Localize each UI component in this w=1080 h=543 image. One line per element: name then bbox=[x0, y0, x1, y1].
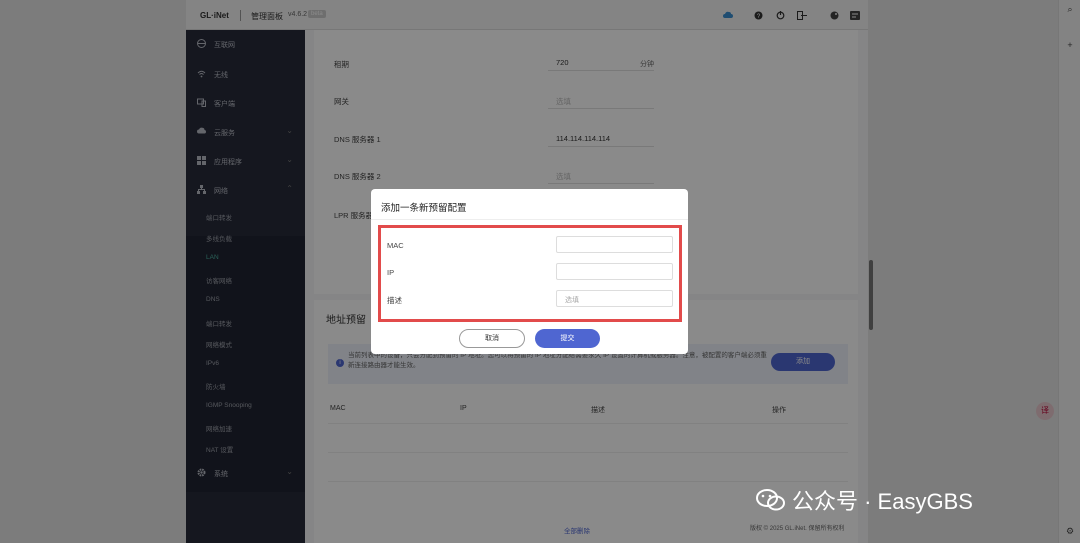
watermark-text: 公众号 · EasyGBS bbox=[792, 489, 973, 514]
add-reservation-dialog: 添加一条新预留配置 MAC IP 描述 选填 取消 提交 bbox=[371, 189, 688, 354]
watermark: 公众号 · EasyGBS bbox=[756, 484, 973, 516]
dialog-title: 添加一条新预留配置 bbox=[381, 203, 467, 214]
ip-input[interactable] bbox=[556, 263, 673, 280]
description-input[interactable]: 选填 bbox=[556, 290, 673, 307]
mac-input[interactable] bbox=[556, 236, 673, 253]
submit-button[interactable]: 提交 bbox=[535, 329, 600, 348]
mac-label: MAC bbox=[387, 241, 404, 250]
wechat-icon bbox=[756, 489, 785, 511]
description-label: 描述 bbox=[387, 296, 402, 305]
ip-label: IP bbox=[387, 268, 395, 277]
cancel-button[interactable]: 取消 bbox=[459, 329, 525, 348]
divider bbox=[371, 219, 688, 220]
